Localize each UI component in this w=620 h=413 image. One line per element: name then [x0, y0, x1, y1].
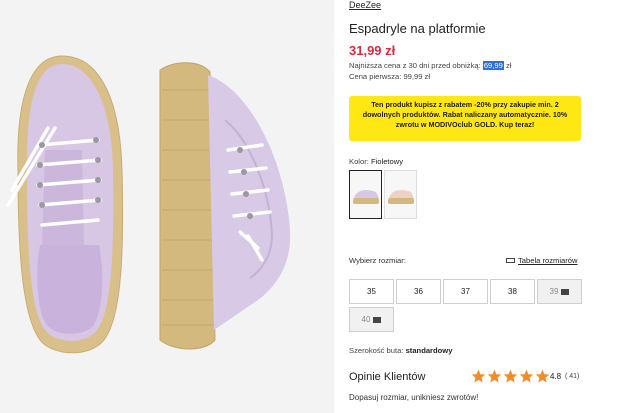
product-title: Espadryle na platformie	[349, 21, 486, 36]
lowest-price-value: 69,99	[482, 61, 504, 70]
size-label-35: 35	[367, 287, 376, 296]
star-icon	[503, 369, 518, 383]
size-option-39[interactable]: 39	[537, 279, 582, 304]
ruler-icon	[506, 258, 515, 263]
size-option-37[interactable]: 37	[443, 279, 488, 304]
rating-count: ( 41)	[565, 373, 580, 380]
size-label-36: 36	[414, 287, 423, 296]
product-image[interactable]	[0, 0, 334, 413]
shoe-thumbnail-icon	[388, 190, 414, 204]
shoe-width-value: standardowy	[405, 346, 453, 355]
star-icon	[471, 369, 486, 383]
left-shoe-top-view	[6, 55, 124, 354]
first-price: Cena pierwsza: 99,99 zł	[349, 72, 431, 81]
size-option-35[interactable]: 35	[349, 279, 394, 304]
size-table-label: Tabela rozmiarów	[518, 256, 578, 265]
color-label: Kolor:	[349, 157, 369, 166]
star-icon	[535, 369, 550, 383]
shoe-illustration	[6, 55, 291, 354]
lowest-price-label: Najniższa cena z 30 dni przed obniżką:	[349, 61, 481, 70]
shoe-width-info: Szerokość buta: standardowy	[349, 346, 452, 355]
size-label: Wybierz rozmiar:	[349, 256, 406, 265]
size-label-40: 40	[361, 315, 371, 324]
shoe-thumbnail-icon	[353, 190, 379, 204]
rating-value: 4.8	[550, 372, 562, 381]
size-option-38[interactable]: 38	[490, 279, 535, 304]
reviews-subtitle: Dopasuj rozmiar, unikniesz zwrotów!	[349, 393, 479, 402]
color-info: Kolor: Fioletowy	[349, 157, 403, 166]
size-option-36[interactable]: 36	[396, 279, 441, 304]
brand-link[interactable]: DeeZee	[349, 0, 381, 10]
lowest-price-info: Najniższa cena z 30 dni przed obniżką: 6…	[349, 61, 511, 70]
color-swatch-bezowy[interactable]	[384, 170, 417, 219]
product-details: DeeZee Espadryle na platformie 31,99 zł …	[349, 0, 614, 413]
size-table-link[interactable]: Tabela rozmiarów	[506, 256, 578, 265]
color-value: Fioletowy	[370, 157, 404, 166]
star-icon	[519, 369, 534, 383]
product-price: 31,99 zł	[349, 43, 396, 58]
size-label-38: 38	[508, 287, 517, 296]
rating-stars[interactable]	[471, 369, 550, 384]
notify-envelope-icon	[373, 316, 382, 323]
right-shoe-side-view	[159, 62, 291, 350]
size-label-37: 37	[461, 287, 470, 296]
star-icon	[487, 369, 502, 383]
notify-envelope-icon	[561, 288, 570, 295]
promo-banner: Ten produkt kupisz z rabatem -20% przy z…	[349, 96, 581, 141]
lowest-price-currency: zł	[505, 61, 512, 70]
size-label-39: 39	[549, 287, 559, 296]
color-swatch-fioletowy[interactable]	[349, 170, 382, 219]
reviews-title: Opinie Klientów	[349, 371, 426, 383]
shoe-width-label: Szerokość buta:	[349, 346, 404, 355]
size-option-40[interactable]: 40	[349, 307, 394, 332]
